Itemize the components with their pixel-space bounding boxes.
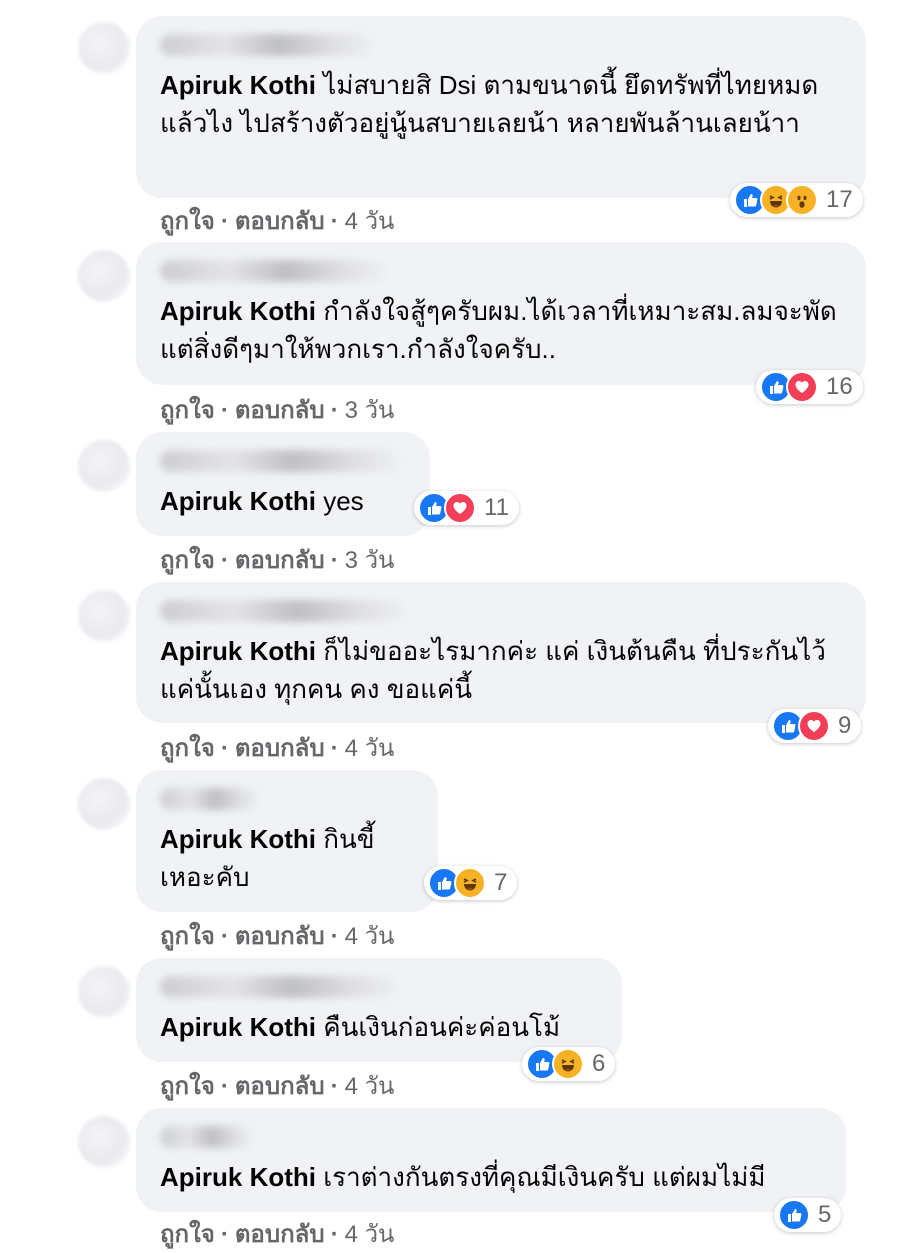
avatar[interactable] (78, 440, 130, 492)
separator: · (220, 1221, 229, 1248)
haha-reaction-icon (454, 867, 486, 899)
avatar[interactable] (78, 590, 130, 642)
love-reaction-icon (444, 492, 476, 524)
timestamp-link[interactable]: 4 วัน (345, 923, 395, 950)
separator: · (330, 735, 339, 762)
reaction-count: 6 (592, 1050, 606, 1077)
separator: · (220, 547, 229, 574)
separator: · (220, 735, 229, 762)
wow-reaction-icon (786, 184, 818, 216)
like-link[interactable]: ถูกใจ (160, 923, 215, 950)
comment-actions: ถูกใจ · ตอบกลับ · 3 วัน (160, 540, 394, 579)
reaction-count: 9 (838, 712, 852, 739)
reply-link[interactable]: ตอบกลับ (235, 547, 325, 574)
separator: · (220, 923, 229, 950)
mention-link[interactable]: Apiruk Kothi (160, 1012, 316, 1042)
comment-text: Apiruk Kothi กินขี้เหอะคับ (160, 824, 375, 892)
avatar[interactable] (78, 966, 130, 1018)
like-link[interactable]: ถูกใจ (160, 208, 215, 235)
reply-link[interactable]: ตอบกลับ (235, 1073, 325, 1100)
reaction-summary[interactable]: 9 (768, 709, 862, 743)
avatar[interactable] (78, 250, 130, 302)
comment-bubble: Apiruk Kothi กินขี้เหอะคับ (136, 770, 438, 912)
reaction-count: 5 (818, 1201, 832, 1228)
commenter-name-blurred[interactable] (160, 450, 402, 472)
haha-reaction-icon (552, 1048, 584, 1080)
reaction-summary[interactable]: 11 (414, 491, 519, 525)
like-link[interactable]: ถูกใจ (160, 735, 215, 762)
separator: · (330, 208, 339, 235)
commenter-name-blurred[interactable] (160, 976, 400, 998)
comment-text: Apiruk Kothi กำลังใจสู้ๆครับผม.ได้เวลาที… (160, 296, 837, 364)
comment-text: Apiruk Kothi คืนเงินก่อนค่ะค่อนโม้ (160, 1012, 561, 1042)
separator: · (330, 547, 339, 574)
mention-link[interactable]: Apiruk Kothi (160, 296, 316, 326)
reaction-summary[interactable]: 17 (730, 183, 863, 217)
mention-link[interactable]: Apiruk Kothi (160, 70, 316, 100)
like-link[interactable]: ถูกใจ (160, 1221, 215, 1248)
timestamp-link[interactable]: 4 วัน (345, 1221, 395, 1248)
comment-actions: ถูกใจ · ตอบกลับ · 4 วัน (160, 728, 394, 767)
avatar[interactable] (78, 778, 130, 830)
comment-text: Apiruk Kothi ไม่สบายสิ Dsi ตามขนาดนี้ ยึ… (160, 70, 819, 138)
comment-actions: ถูกใจ · ตอบกลับ · 4 วัน (160, 1066, 394, 1105)
reaction-count: 11 (484, 494, 509, 521)
like-link[interactable]: ถูกใจ (160, 397, 215, 424)
reaction-summary[interactable]: 5 (774, 1198, 842, 1232)
commenter-name-blurred[interactable] (160, 1126, 254, 1148)
mention-link[interactable]: Apiruk Kothi (160, 486, 316, 516)
reply-link[interactable]: ตอบกลับ (235, 735, 325, 762)
comment-actions: ถูกใจ · ตอบกลับ · 4 วัน (160, 201, 394, 240)
reply-link[interactable]: ตอบกลับ (235, 923, 325, 950)
comment-text: Apiruk Kothi yes (160, 486, 364, 516)
reaction-count: 7 (494, 869, 508, 896)
reaction-count: 17 (826, 186, 853, 213)
avatar[interactable] (78, 1116, 130, 1168)
reply-link[interactable]: ตอบกลับ (235, 208, 325, 235)
mention-link[interactable]: Apiruk Kothi (160, 636, 316, 666)
separator: · (220, 397, 229, 424)
like-reaction-icon (778, 1199, 810, 1231)
comment-bubble: Apiruk Kothi เราต่างกันตรงที่คุณมีเงินคร… (136, 1108, 846, 1212)
love-reaction-icon (786, 371, 818, 403)
timestamp-link[interactable]: 4 วัน (345, 1073, 395, 1100)
comment-actions: ถูกใจ · ตอบกลับ · 4 วัน (160, 1214, 394, 1253)
separator: · (330, 923, 339, 950)
like-link[interactable]: ถูกใจ (160, 547, 215, 574)
reply-link[interactable]: ตอบกลับ (235, 1221, 325, 1248)
separator: · (330, 1073, 339, 1100)
timestamp-link[interactable]: 3 วัน (345, 397, 395, 424)
separator: · (220, 208, 229, 235)
like-link[interactable]: ถูกใจ (160, 1073, 215, 1100)
comment-bubble: Apiruk Kothi ไม่สบายสิ Dsi ตามขนาดนี้ ยึ… (136, 16, 866, 198)
reaction-summary[interactable]: 6 (522, 1047, 616, 1081)
comment-bubble: Apiruk Kothi ก็ไม่ขออะไรมากค่ะ แค่ เงินต… (136, 582, 866, 723)
timestamp-link[interactable]: 4 วัน (345, 208, 395, 235)
timestamp-link[interactable]: 4 วัน (345, 735, 395, 762)
reaction-summary[interactable]: 7 (424, 866, 518, 900)
commenter-name-blurred[interactable] (160, 788, 260, 810)
comment-text: Apiruk Kothi ก็ไม่ขออะไรมากค่ะ แค่ เงินต… (160, 636, 826, 704)
commenter-name-blurred[interactable] (160, 260, 388, 282)
separator: · (220, 1073, 229, 1100)
comment-actions: ถูกใจ · ตอบกลับ · 3 วัน (160, 390, 394, 429)
reaction-summary[interactable]: 16 (756, 370, 863, 404)
comment-bubble: Apiruk Kothi yes (136, 432, 430, 536)
commenter-name-blurred[interactable] (160, 34, 375, 56)
comment-text: Apiruk Kothi เราต่างกันตรงที่คุณมีเงินคร… (160, 1162, 766, 1192)
separator: · (330, 397, 339, 424)
comment-bubble: Apiruk Kothi กำลังใจสู้ๆครับผม.ได้เวลาที… (136, 242, 866, 385)
mention-link[interactable]: Apiruk Kothi (160, 1162, 316, 1192)
timestamp-link[interactable]: 3 วัน (345, 547, 395, 574)
separator: · (330, 1221, 339, 1248)
comment-actions: ถูกใจ · ตอบกลับ · 4 วัน (160, 916, 394, 955)
commenter-name-blurred[interactable] (160, 600, 408, 622)
love-reaction-icon (798, 710, 830, 742)
avatar[interactable] (78, 22, 130, 74)
reply-link[interactable]: ตอบกลับ (235, 397, 325, 424)
reaction-count: 16 (826, 373, 853, 400)
mention-link[interactable]: Apiruk Kothi (160, 824, 316, 854)
